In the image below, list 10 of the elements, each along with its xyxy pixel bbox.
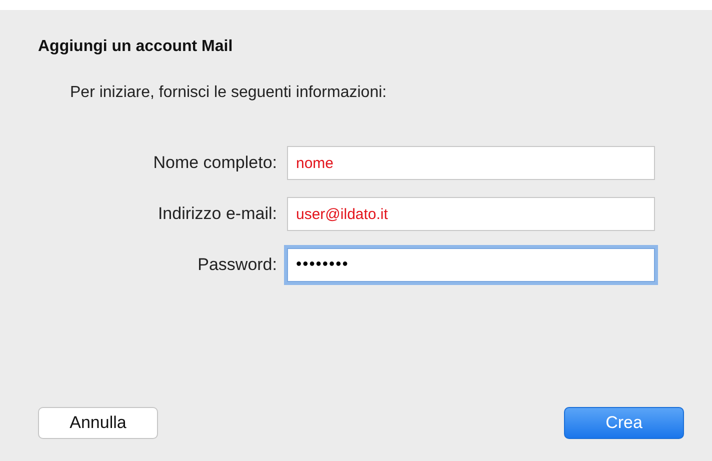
- input-field[interactable]: nome: [287, 146, 655, 180]
- create-button[interactable]: Crea: [564, 407, 684, 439]
- input-field[interactable]: ••••••••: [287, 248, 655, 282]
- field-label: Nome completo:: [152, 153, 277, 173]
- field-label: Indirizzo e-mail:: [156, 204, 277, 224]
- field-label: Password:: [196, 255, 277, 275]
- dialog-title: Aggiungi un account Mail: [38, 38, 234, 56]
- input-field[interactable]: user@ildato.it: [287, 197, 655, 231]
- cancel-button[interactable]: Annulla: [38, 407, 158, 439]
- instructions-text: Per iniziare, fornisci le seguenti informazioni:: [70, 84, 388, 102]
